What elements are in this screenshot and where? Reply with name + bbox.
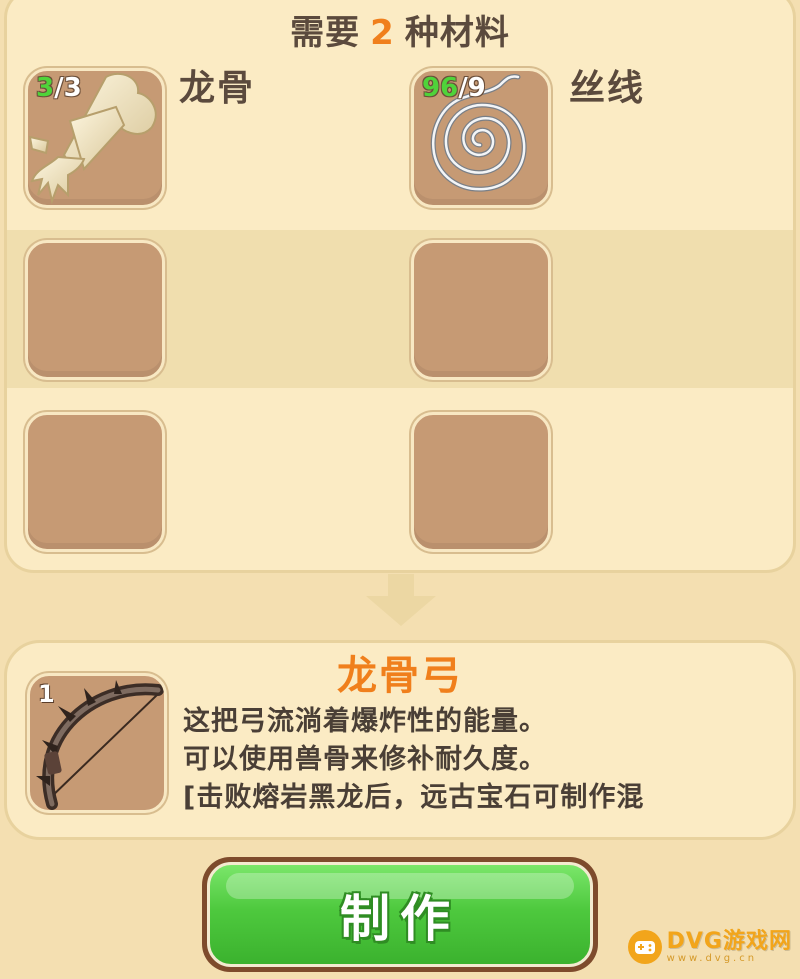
down-arrow-icon [366, 574, 436, 626]
material-slot-dragon-bone[interactable]: 3/3 [25, 68, 165, 208]
result-description: 这把弓流淌着爆炸性的能量。 可以使用兽骨来修补耐久度。 [击败熔岩黑龙后，远古宝… [183, 703, 793, 817]
watermark-domain: www.dvg.cn [666, 953, 758, 964]
materials-title-prefix: 需要 [290, 13, 361, 53]
material-have-count: 96 [422, 73, 459, 103]
watermark: DVG游戏网 www.dvg.cn [627, 929, 792, 965]
material-need-count: /3 [54, 73, 82, 103]
materials-title-suffix: 种材料 [404, 13, 510, 53]
description-line: [击败熔岩黑龙后，远古宝石可制作混 [183, 782, 645, 813]
craft-button[interactable]: 制作 [202, 857, 598, 972]
empty-material-slot[interactable] [411, 412, 551, 552]
material-slot-thread[interactable]: 96/9 [411, 68, 551, 208]
materials-count: 2 [370, 13, 395, 53]
material-quantity: 3/3 [36, 73, 82, 103]
result-item-slot[interactable]: 1 [27, 673, 167, 813]
empty-material-slot[interactable] [411, 240, 551, 380]
result-quantity: 1 [38, 680, 55, 708]
material-name: 丝线 [569, 68, 646, 109]
craft-button-label: 制作 [340, 889, 460, 948]
empty-material-slot[interactable] [25, 240, 165, 380]
material-need-count: /9 [458, 73, 486, 103]
empty-material-slot[interactable] [25, 412, 165, 552]
gamepad-logo-icon [627, 930, 662, 964]
result-panel: 龙骨弓 1 这把弓流淌着爆炸性的能量。 可以使用兽骨来修补耐久度。 [击败熔岩黑… [4, 640, 796, 840]
watermark-brand: DVG游戏网 [666, 929, 792, 954]
materials-panel: 需要 2 种材料 3/3 龙骨 96/9 丝线 [4, 0, 796, 573]
craft-button-face[interactable]: 制作 [207, 862, 593, 967]
material-quantity: 96/9 [422, 73, 486, 103]
watermark-text: DVG游戏网 www.dvg.cn [667, 930, 792, 964]
description-line: 可以使用兽骨来修补耐久度。 [183, 744, 547, 775]
material-name: 龙骨 [179, 68, 256, 109]
material-have-count: 3 [36, 73, 55, 103]
materials-title: 需要 2 种材料 [7, 5, 793, 54]
description-line: 这把弓流淌着爆炸性的能量。 [183, 706, 547, 737]
